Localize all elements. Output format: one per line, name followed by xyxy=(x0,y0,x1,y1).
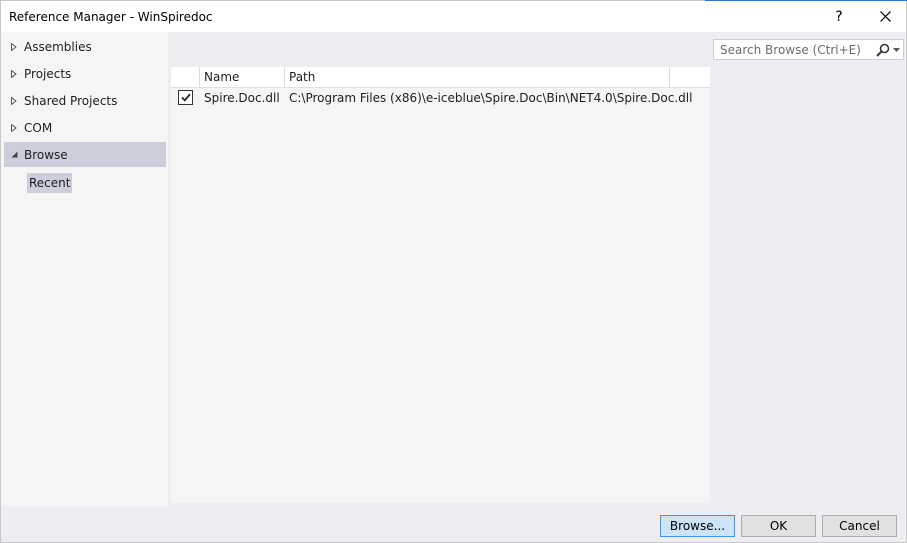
reference-name: Spire.Doc.dll xyxy=(204,90,280,105)
cancel-button[interactable]: Cancel xyxy=(822,515,897,537)
sidebar-item-label: Projects xyxy=(24,66,72,81)
sidebar-item-label: Browse xyxy=(24,147,68,162)
include-checkbox[interactable] xyxy=(178,90,193,105)
sidebar-item-projects[interactable]: Projects xyxy=(4,61,166,86)
browse-button[interactable]: Browse... xyxy=(660,515,735,537)
reference-path: C:\Program Files (x86)\e-iceblue\Spire.D… xyxy=(289,90,693,105)
reference-list: Name Path Spire.Doc.dll C:\Program Files… xyxy=(171,67,710,503)
title-bar: Reference Manager - WinSpiredoc ? xyxy=(1,1,906,32)
sidebar-item-shared-projects[interactable]: Shared Projects xyxy=(4,88,166,113)
checkmark-icon xyxy=(180,93,191,102)
expand-arrow-icon xyxy=(4,42,24,51)
list-header: Name Path xyxy=(171,67,710,88)
window-accent-line xyxy=(705,0,907,1)
expand-arrow-icon xyxy=(4,96,24,105)
dropdown-arrow-icon xyxy=(893,47,900,52)
expand-arrow-icon xyxy=(4,69,24,78)
dialog-footer: Browse... OK Cancel xyxy=(1,506,906,542)
help-icon: ? xyxy=(835,8,843,25)
sidebar-item-browse[interactable]: Browse xyxy=(4,142,166,167)
window-title: Reference Manager - WinSpiredoc xyxy=(9,10,213,24)
sidebar: Assemblies Projects Shared Projects COM … xyxy=(1,32,168,506)
column-header-path[interactable]: Path xyxy=(285,67,670,87)
sidebar-item-recent[interactable]: Recent xyxy=(27,173,73,193)
search-box xyxy=(713,39,904,60)
column-header-name[interactable]: Name xyxy=(200,67,285,87)
close-button[interactable] xyxy=(865,3,905,30)
search-button[interactable] xyxy=(876,42,900,57)
sidebar-item-label: Assemblies xyxy=(24,39,92,54)
table-row[interactable]: Spire.Doc.dll C:\Program Files (x86)\e-i… xyxy=(171,88,710,107)
ok-button[interactable]: OK xyxy=(741,515,816,537)
sidebar-item-com[interactable]: COM xyxy=(4,115,166,140)
sidebar-item-assemblies[interactable]: Assemblies xyxy=(4,34,166,59)
search-icon xyxy=(876,43,890,57)
help-button[interactable]: ? xyxy=(819,3,859,30)
close-icon xyxy=(879,11,891,22)
expand-arrow-icon xyxy=(4,123,24,132)
sidebar-item-label: Shared Projects xyxy=(24,93,118,108)
search-input[interactable] xyxy=(718,41,880,58)
column-header-check[interactable] xyxy=(171,67,200,87)
reference-manager-dialog: Reference Manager - WinSpiredoc ? Assemb… xyxy=(0,0,907,543)
collapse-arrow-icon xyxy=(4,151,24,158)
sidebar-item-label: COM xyxy=(24,120,53,135)
